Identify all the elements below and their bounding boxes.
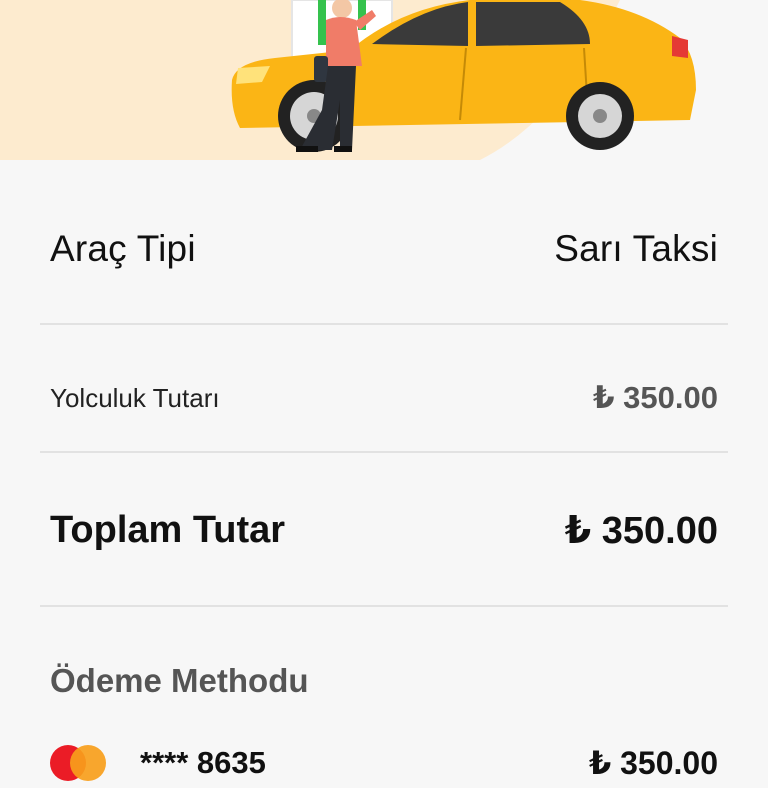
ride-fare-label: Yolculuk Tutarı [50,382,220,413]
payment-amount: ₺ 350.00 [588,745,718,781]
vehicle-type-value: Sarı Taksi [554,228,718,269]
card-number: **** 8635 [140,745,266,780]
vehicle-type-label: Araç Tipi [50,228,196,269]
ride-fare-row: Yolculuk Tutarı ₺ 350.00 [50,378,718,418]
total-row: Toplam Tutar ₺ 350.00 [50,505,718,555]
total-value: ₺ 350.00 [564,509,718,552]
divider [40,451,728,453]
divider [40,323,728,325]
payment-card-row[interactable]: **** 8635 ₺ 350.00 [50,738,718,788]
taxi-illustration [0,0,768,160]
vehicle-type-row: Araç Tipi Sarı Taksi [50,224,718,274]
divider [40,605,728,607]
ride-fare-value: ₺ 350.00 [593,380,718,415]
total-label: Toplam Tutar [50,508,286,551]
payment-method-title: Ödeme Methodu [50,662,309,699]
mastercard-icon [50,745,106,781]
card-info: **** 8635 [50,745,266,781]
